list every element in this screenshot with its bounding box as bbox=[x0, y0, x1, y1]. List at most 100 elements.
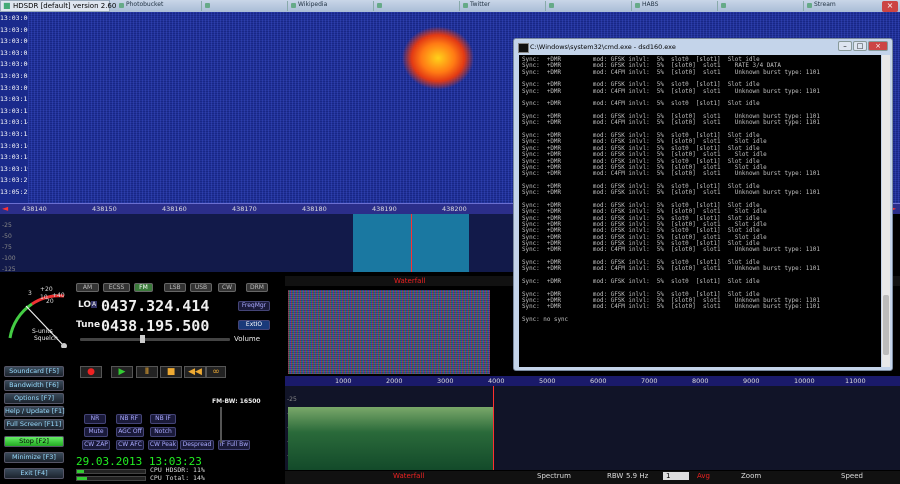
help-update-button[interactable]: Help / Update [F1] bbox=[4, 406, 65, 417]
play-icon[interactable]: ▶ bbox=[111, 366, 133, 378]
waterfall-timestamp: 13:03:18 bbox=[0, 153, 32, 162]
stop-key: [F2] bbox=[35, 437, 49, 445]
cw-peak-button[interactable]: CW Peak bbox=[148, 440, 178, 450]
browser-tab bbox=[720, 1, 804, 11]
soundcard-key: [F5] bbox=[45, 367, 59, 375]
af-scale-label: 1000 bbox=[335, 377, 352, 385]
nb-rf-button[interactable]: NB RF bbox=[116, 414, 142, 424]
frequency-scale-label: 438170 bbox=[232, 205, 257, 213]
mode-drm-button[interactable]: DRM bbox=[246, 283, 268, 292]
avg-select[interactable]: 1 bbox=[663, 472, 689, 480]
options-label: Options bbox=[13, 394, 40, 402]
fm-bw-slider[interactable] bbox=[220, 407, 222, 443]
pause-icon[interactable]: Ⅱ bbox=[136, 366, 158, 378]
waterfall-timestamp: 13:03:00 bbox=[0, 14, 32, 22]
volume-slider-thumb[interactable] bbox=[140, 335, 145, 343]
maximize-icon[interactable]: □ bbox=[853, 41, 867, 51]
af-scale-label: 8000 bbox=[692, 377, 709, 385]
bandwidth-button[interactable]: Bandwidth [F6] bbox=[4, 380, 64, 391]
minimize-icon[interactable]: – bbox=[838, 41, 852, 51]
lo-frequency-display[interactable]: 0437.324.414 bbox=[101, 297, 209, 315]
spectrum-db-label: -100 bbox=[2, 255, 16, 262]
loop-icon[interactable]: ∞ bbox=[206, 366, 226, 378]
lo-a-button[interactable]: A bbox=[91, 301, 98, 308]
tune-frequency-display[interactable]: 0438.195.500 bbox=[101, 317, 209, 335]
waterfall-timestamp: 13:03:06 bbox=[0, 60, 32, 69]
if-full-bw-button[interactable]: IF Full Bw bbox=[218, 440, 250, 450]
options-button[interactable]: Options [F7] bbox=[4, 393, 64, 404]
mode-lsb-button[interactable]: LSB bbox=[164, 283, 186, 292]
avg-label: Avg bbox=[697, 472, 710, 480]
close-icon[interactable]: × bbox=[882, 1, 898, 12]
extio-button[interactable]: ExtIO bbox=[238, 320, 270, 330]
waterfall-timestamp: 13:03:16 bbox=[0, 141, 32, 150]
stop-icon[interactable]: ■ bbox=[160, 366, 182, 378]
af-scale-label: 9000 bbox=[743, 377, 760, 385]
mode-ecss-button[interactable]: ECSS bbox=[103, 283, 130, 292]
frequency-scale-label: 438190 bbox=[372, 205, 397, 213]
bottom-waterfall-label: Waterfall bbox=[393, 472, 425, 480]
exit-button[interactable]: Exit [F4] bbox=[4, 468, 64, 479]
full-screen-button[interactable]: Full Screen [F11] bbox=[4, 419, 64, 430]
rewind-icon[interactable]: ◀◀ bbox=[184, 366, 206, 378]
smeter-tick-20: 20 bbox=[46, 298, 54, 305]
soundcard-label: Soundcard bbox=[9, 367, 44, 375]
squelch-label[interactable]: Squelch bbox=[34, 335, 58, 342]
waterfall-timestamp: 13:03:14 bbox=[0, 118, 32, 127]
stop-button[interactable]: Stop [F2] bbox=[4, 436, 64, 447]
smeter-label: S-units bbox=[32, 328, 53, 335]
console-close-icon[interactable]: × bbox=[868, 41, 888, 51]
nb-if-button[interactable]: NB IF bbox=[150, 414, 176, 424]
rbw-value[interactable]: 5.9 Hz bbox=[626, 472, 648, 480]
nr-button[interactable]: NR bbox=[84, 414, 106, 424]
mode-usb-button[interactable]: USB bbox=[190, 283, 212, 292]
console-window[interactable]: C:\Windows\system32\cmd.exe - dsd160.exe… bbox=[513, 38, 893, 371]
af-filter-edge[interactable] bbox=[493, 386, 494, 470]
mute-button[interactable]: Mute bbox=[84, 427, 108, 437]
minimize-button[interactable]: Minimize [F3] bbox=[4, 452, 64, 463]
hdsdr-title-bar: HDSDR [default] version 2.60 bbox=[0, 0, 116, 12]
tune-label: Tune bbox=[76, 320, 101, 330]
volume-slider[interactable] bbox=[80, 338, 230, 341]
freqmgr-button[interactable]: FreqMgr bbox=[238, 301, 270, 311]
zoom-label: Zoom bbox=[741, 472, 762, 480]
record-icon[interactable]: ● bbox=[80, 366, 102, 378]
frequency-scale-label: 438160 bbox=[162, 205, 187, 213]
tune-marker bbox=[411, 214, 412, 272]
af-spectrum-fill bbox=[288, 407, 494, 470]
cw-zap-button[interactable]: CW ZAP bbox=[82, 440, 110, 450]
browser-tab bbox=[376, 1, 460, 11]
browser-tab: Wikipedia bbox=[290, 1, 374, 11]
help-update-key: [F1] bbox=[51, 407, 65, 415]
cpu-total-label: CPU Total: 14% bbox=[150, 474, 205, 482]
console-scrollbar[interactable] bbox=[882, 55, 890, 367]
bandwidth-key: [F6] bbox=[45, 381, 59, 389]
af-frequency-scale[interactable]: 1000 2000 3000 4000 5000 6000 7000 8000 9000 1000… bbox=[285, 376, 900, 386]
mode-cw-button[interactable]: CW bbox=[218, 283, 236, 292]
notch-button[interactable]: Notch bbox=[150, 427, 176, 437]
mode-fm-button[interactable]: FM bbox=[134, 283, 153, 292]
console-line: Sync: no sync bbox=[522, 317, 569, 324]
mode-am-button[interactable]: AM bbox=[76, 283, 99, 292]
full-screen-label: Full Screen bbox=[6, 420, 43, 428]
smeter-tick-plus20: +20 bbox=[40, 286, 53, 293]
cw-afc-button[interactable]: CW AFC bbox=[116, 440, 144, 450]
scale-left-arrow-icon[interactable]: ◄ bbox=[2, 204, 8, 213]
browser-tab bbox=[204, 1, 288, 11]
despread-button[interactable]: Despread bbox=[180, 440, 214, 450]
console-output[interactable]: Sync: +DMR mod: GFSK inlvl: 5% slot0 [sl… bbox=[519, 55, 881, 367]
af-db-label: -25 bbox=[287, 396, 297, 403]
agc-off-button[interactable]: AGC Off bbox=[116, 427, 144, 437]
console-scroll-thumb[interactable] bbox=[883, 295, 889, 355]
af-waterfall[interactable] bbox=[288, 290, 490, 374]
spectrum-db-label: -50 bbox=[2, 233, 12, 240]
smeter-tick-plus40: +40 bbox=[52, 292, 65, 299]
frequency-scale-label: 438150 bbox=[92, 205, 117, 213]
soundcard-button[interactable]: Soundcard [F5] bbox=[4, 366, 64, 377]
console-title-bar[interactable]: C:\Windows\system32\cmd.exe - dsd160.exe bbox=[518, 41, 888, 53]
browser-tab: Stream bbox=[806, 1, 890, 11]
exit-key: [F4] bbox=[34, 469, 48, 477]
spectrum-db-label: -75 bbox=[2, 244, 12, 251]
waterfall-timestamp: 13:03:15 bbox=[0, 130, 32, 138]
waterfall-timestamp: 13:03:00 bbox=[0, 25, 32, 34]
